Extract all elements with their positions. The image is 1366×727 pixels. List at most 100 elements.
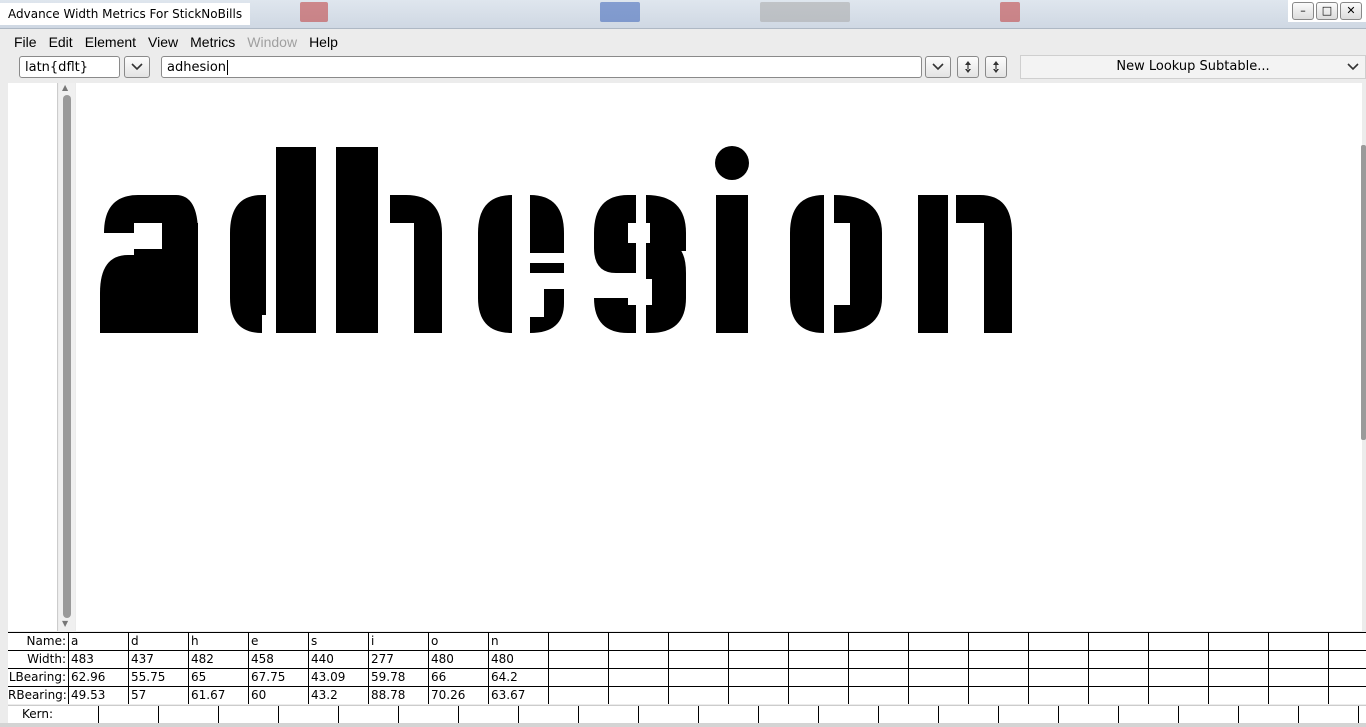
lbearing-row-label: LBearing: xyxy=(8,670,66,684)
glyph-s[interactable] xyxy=(594,195,686,333)
glyph-name-cell[interactable]: e xyxy=(248,633,308,651)
empty-grid-cell xyxy=(1328,633,1366,704)
glyph-name-cell[interactable]: n xyxy=(488,633,548,651)
kern-cell[interactable] xyxy=(1238,706,1298,724)
name-row-label: Name: xyxy=(26,634,66,648)
kern-cell[interactable] xyxy=(398,706,458,724)
scroll-up-arrow-icon[interactable]: ▲ xyxy=(62,83,68,92)
width-cell[interactable]: 437 xyxy=(128,651,188,669)
kern-cell[interactable] xyxy=(758,706,818,724)
kern-cell[interactable] xyxy=(158,706,218,724)
glyph-name-cell[interactable]: s xyxy=(308,633,368,651)
glyph-o[interactable] xyxy=(790,195,882,333)
toolbar: latn{dflt} adhesion New Lookup Subtable.… xyxy=(0,54,1366,80)
lbearing-cell[interactable]: 55.75 xyxy=(128,669,188,687)
kern-cell[interactable] xyxy=(1178,706,1238,724)
lookup-subtable-dropdown[interactable]: New Lookup Subtable... xyxy=(1020,55,1366,79)
kern-cell[interactable] xyxy=(638,706,698,724)
text-dropdown-button[interactable] xyxy=(925,56,951,78)
width-cell[interactable]: 458 xyxy=(248,651,308,669)
script-field[interactable]: latn{dflt} xyxy=(19,56,120,78)
rbearing-cell[interactable]: 63.67 xyxy=(488,687,548,704)
width-cell[interactable]: 483 xyxy=(68,651,128,669)
rbearing-cell[interactable]: 70.26 xyxy=(428,687,488,704)
glyph-preview-canvas[interactable] xyxy=(76,83,1362,631)
menu-edit[interactable]: Edit xyxy=(43,34,79,50)
kern-cell[interactable] xyxy=(1358,706,1366,724)
menu-window: Window xyxy=(241,34,303,50)
menu-element[interactable]: Element xyxy=(79,34,142,50)
up-down-arrow-icon xyxy=(993,61,999,73)
kern-cell[interactable] xyxy=(458,706,518,724)
right-scrollbar-thumb[interactable] xyxy=(1361,145,1366,440)
empty-grid-cell xyxy=(848,633,908,704)
kern-cell[interactable] xyxy=(998,706,1058,724)
kern-cell[interactable] xyxy=(518,706,578,724)
menu-element-label: Element xyxy=(84,34,137,50)
kern-cell[interactable] xyxy=(1298,706,1358,724)
glyph-name-cell[interactable]: o xyxy=(428,633,488,651)
lbearing-cell[interactable]: 59.78 xyxy=(368,669,428,687)
kern-cell[interactable] xyxy=(1058,706,1118,724)
kern-row: Kern: xyxy=(8,705,1366,724)
lbearing-cell[interactable]: 43.09 xyxy=(308,669,368,687)
rbearing-cell[interactable]: 57 xyxy=(128,687,188,704)
kern-cell[interactable] xyxy=(878,706,938,724)
kern-cell[interactable] xyxy=(1118,706,1178,724)
menu-help-label: Help xyxy=(309,34,338,50)
kern-cell[interactable] xyxy=(698,706,758,724)
width-cell[interactable]: 440 xyxy=(308,651,368,669)
lbearing-cell[interactable]: 67.75 xyxy=(248,669,308,687)
scrollbar-thumb[interactable] xyxy=(63,95,71,618)
menu-view[interactable]: View xyxy=(142,34,184,50)
kern-cell[interactable] xyxy=(278,706,338,724)
width-cell[interactable]: 482 xyxy=(188,651,248,669)
menu-help[interactable]: Help xyxy=(303,34,344,50)
next-word-button[interactable] xyxy=(985,56,1007,78)
width-cell[interactable]: 480 xyxy=(428,651,488,669)
empty-grid-cell xyxy=(1208,633,1268,704)
width-cell[interactable]: 480 xyxy=(488,651,548,669)
glyph-h[interactable] xyxy=(336,147,442,333)
kern-cell[interactable] xyxy=(218,706,278,724)
glyph-d[interactable] xyxy=(230,147,316,333)
kern-cell[interactable] xyxy=(578,706,638,724)
minimize-button[interactable]: – xyxy=(1292,2,1314,20)
vertical-scrollbar[interactable]: ▲ ▼ xyxy=(59,83,75,631)
metrics-text-input[interactable]: adhesion xyxy=(161,56,922,78)
kern-cell[interactable] xyxy=(938,706,998,724)
menu-metrics[interactable]: Metrics xyxy=(184,34,241,50)
kern-cell[interactable] xyxy=(818,706,878,724)
width-cell[interactable]: 277 xyxy=(368,651,428,669)
previous-word-button[interactable] xyxy=(957,56,979,78)
maximize-button[interactable]: □ xyxy=(1316,2,1338,20)
empty-grid-cell xyxy=(1148,633,1208,704)
lbearing-cell[interactable]: 64.2 xyxy=(488,669,548,687)
glyph-a[interactable] xyxy=(100,195,198,333)
empty-grid-cell xyxy=(908,633,968,704)
kern-cell[interactable] xyxy=(98,706,158,724)
glyph-name-cell[interactable]: a xyxy=(68,633,128,651)
glyph-name-cell[interactable]: d xyxy=(128,633,188,651)
rbearing-cell[interactable]: 60 xyxy=(248,687,308,704)
rbearing-cell[interactable]: 88.78 xyxy=(368,687,428,704)
kern-cell[interactable] xyxy=(338,706,398,724)
glyph-name-cell[interactable]: h xyxy=(188,633,248,651)
lbearing-cell[interactable]: 66 xyxy=(428,669,488,687)
menu-file[interactable]: File xyxy=(8,34,43,50)
close-button[interactable]: ✕ xyxy=(1340,2,1362,20)
script-dropdown-button[interactable] xyxy=(124,56,150,78)
glyph-e[interactable] xyxy=(478,195,564,333)
rbearing-cell[interactable]: 49.53 xyxy=(68,687,128,704)
empty-grid-cell xyxy=(1268,633,1328,704)
scroll-down-arrow-icon[interactable]: ▼ xyxy=(62,619,68,628)
rbearing-cell[interactable]: 43.2 xyxy=(308,687,368,704)
rbearing-cell[interactable]: 61.67 xyxy=(188,687,248,704)
metrics-table: Name: a d h e s i o n Width: 483 437 482… xyxy=(8,632,1366,704)
glyph-name-cell[interactable]: i xyxy=(368,633,428,651)
glyph-n[interactable] xyxy=(918,195,1012,333)
lbearing-cell[interactable]: 65 xyxy=(188,669,248,687)
width-row-label: Width: xyxy=(27,652,66,666)
glyph-i[interactable] xyxy=(715,146,749,333)
lbearing-cell[interactable]: 62.96 xyxy=(68,669,128,687)
